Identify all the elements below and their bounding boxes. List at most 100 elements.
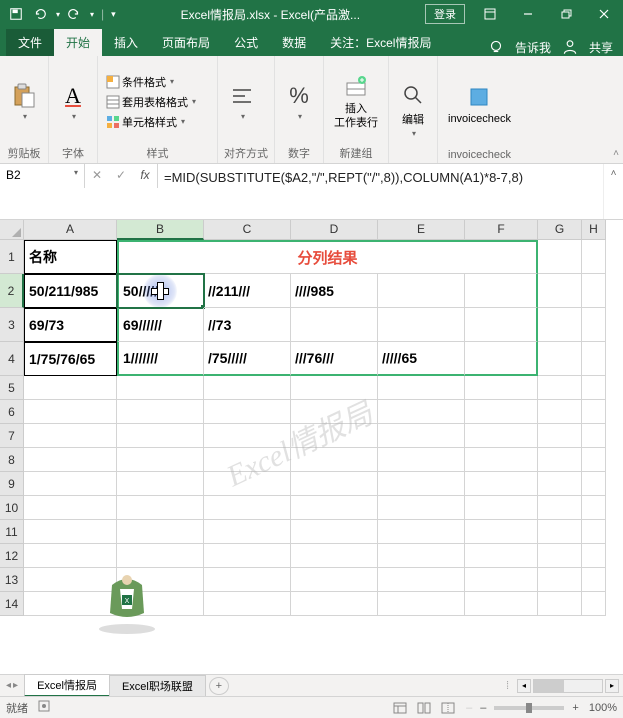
cell[interactable] (24, 568, 117, 592)
cell[interactable] (204, 592, 291, 616)
sheet-tab[interactable]: Excel职场联盟 (109, 675, 206, 696)
zoom-level[interactable]: 100% (589, 702, 617, 714)
cell[interactable] (24, 496, 117, 520)
cell[interactable] (204, 520, 291, 544)
fx-icon[interactable]: fx (133, 168, 157, 182)
cell[interactable] (582, 520, 606, 544)
cell[interactable] (538, 342, 582, 376)
cell-styles-button[interactable]: 单元格样式▾ (104, 113, 198, 131)
col-header[interactable]: D (291, 220, 378, 240)
row-header[interactable]: 2 (0, 274, 24, 308)
cell[interactable] (582, 400, 606, 424)
expand-formula-icon[interactable]: ˄ (603, 164, 623, 219)
hscroll-left-icon[interactable]: ◂ (517, 679, 531, 693)
cell[interactable] (291, 496, 378, 520)
ribbon-display-icon[interactable] (471, 0, 509, 28)
cell[interactable] (117, 376, 204, 400)
tellme-label[interactable]: 告诉我 (515, 39, 551, 56)
cell[interactable] (538, 274, 582, 308)
cell[interactable] (24, 376, 117, 400)
cell[interactable] (465, 448, 538, 472)
cell[interactable] (291, 568, 378, 592)
cell[interactable] (117, 400, 204, 424)
cell[interactable] (465, 308, 538, 342)
table-format-button[interactable]: 套用表格格式▾ (104, 93, 198, 111)
cell-merged[interactable]: 分列结果 (117, 240, 538, 274)
cell[interactable] (582, 496, 606, 520)
cell[interactable] (465, 342, 538, 376)
cell[interactable] (204, 400, 291, 424)
cell[interactable] (538, 544, 582, 568)
accept-formula-icon[interactable]: ✓ (109, 168, 133, 182)
share-label[interactable]: 共享 (589, 39, 613, 56)
font-button[interactable]: A▾ (55, 80, 91, 123)
cell[interactable] (465, 496, 538, 520)
hscrollbar[interactable] (533, 679, 603, 693)
row-header[interactable]: 10 (0, 496, 24, 520)
col-header[interactable]: G (538, 220, 582, 240)
minimize-icon[interactable] (509, 0, 547, 28)
sheet-nav-next-icon[interactable]: ▸ (13, 680, 18, 691)
worksheet-grid[interactable]: A B C D E F G H 1 名称 分列结果 2 50/211/985 5… (0, 220, 623, 674)
cell[interactable] (582, 274, 606, 308)
cell[interactable] (117, 568, 204, 592)
collapse-ribbon-icon[interactable]: ˄ (613, 148, 619, 159)
tab-home[interactable]: 开始 (54, 29, 102, 56)
undo-icon[interactable] (30, 4, 50, 24)
row-header[interactable]: 12 (0, 544, 24, 568)
cell[interactable] (291, 424, 378, 448)
cell[interactable] (291, 592, 378, 616)
cell[interactable] (291, 400, 378, 424)
cell[interactable]: 69////// (117, 308, 204, 342)
cell[interactable] (378, 472, 465, 496)
cell[interactable] (24, 424, 117, 448)
cell[interactable]: /////65 (378, 342, 465, 376)
col-header[interactable]: B (117, 220, 204, 240)
cell[interactable]: /75///// (204, 342, 291, 376)
cell[interactable] (204, 544, 291, 568)
cell[interactable] (291, 520, 378, 544)
cell[interactable] (582, 240, 606, 274)
cell[interactable] (24, 592, 117, 616)
cell[interactable]: ////985 (291, 274, 378, 308)
cell[interactable] (291, 544, 378, 568)
cell[interactable] (582, 308, 606, 342)
select-all-button[interactable] (0, 220, 24, 240)
login-button[interactable]: 登录 (425, 4, 465, 24)
cell[interactable] (24, 472, 117, 496)
cell[interactable] (378, 274, 465, 308)
cell[interactable] (378, 424, 465, 448)
row-header[interactable]: 1 (0, 240, 24, 274)
tab-layout[interactable]: 页面布局 (150, 29, 222, 56)
cell[interactable] (538, 448, 582, 472)
cell[interactable] (204, 376, 291, 400)
cell[interactable] (378, 520, 465, 544)
col-header[interactable]: A (24, 220, 117, 240)
row-header[interactable]: 3 (0, 308, 24, 342)
cell[interactable] (582, 448, 606, 472)
cell[interactable] (538, 520, 582, 544)
save-icon[interactable] (6, 4, 26, 24)
sheet-tab-active[interactable]: Excel情报局 (24, 674, 110, 697)
cell[interactable]: 名称 (24, 240, 117, 274)
col-header[interactable]: F (465, 220, 538, 240)
cell[interactable] (117, 448, 204, 472)
share-icon[interactable] (561, 38, 579, 56)
tab-file[interactable]: 文件 (6, 29, 54, 56)
sheet-nav-prev-icon[interactable]: ◂ (6, 680, 11, 691)
redo-icon[interactable] (64, 4, 84, 24)
cell[interactable] (117, 592, 204, 616)
row-header[interactable]: 14 (0, 592, 24, 616)
tab-formulas[interactable]: 公式 (222, 29, 270, 56)
cell[interactable] (465, 592, 538, 616)
restore-icon[interactable] (547, 0, 585, 28)
cell[interactable] (204, 472, 291, 496)
close-icon[interactable] (585, 0, 623, 28)
macro-record-icon[interactable] (38, 700, 50, 715)
cell[interactable] (538, 568, 582, 592)
cell[interactable] (465, 544, 538, 568)
row-header[interactable]: 9 (0, 472, 24, 496)
cell[interactable] (117, 496, 204, 520)
row-header[interactable]: 11 (0, 520, 24, 544)
cell[interactable] (204, 496, 291, 520)
